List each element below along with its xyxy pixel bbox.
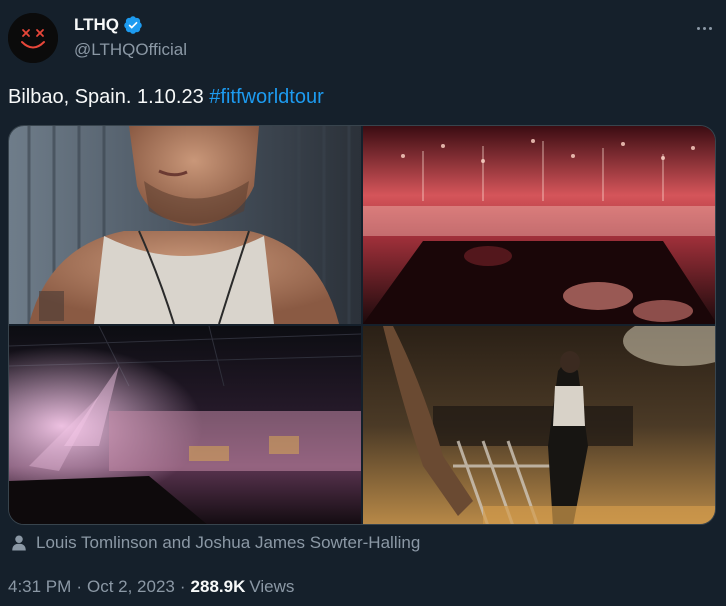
- stage-back-view-photo[interactable]: [363, 326, 715, 524]
- tweet-text: Bilbao, Spain. 1.10.23 #fitfworldtour: [8, 84, 324, 110]
- smiley-face-logo-icon: [8, 13, 58, 63]
- tweet-time-link[interactable]: 4:31 PM: [8, 577, 71, 597]
- verified-badge-icon: [124, 16, 142, 34]
- tweet-date-link[interactable]: Oct 2, 2023: [87, 577, 175, 597]
- views-count: 288.9K: [190, 577, 246, 596]
- media-grid: [8, 125, 716, 525]
- meta-separator: ·: [179, 577, 186, 596]
- portrait-photo[interactable]: [9, 126, 361, 324]
- views-label: Views: [249, 577, 295, 596]
- tagged-users-text: Louis Tomlinson and Joshua James Sowter-…: [36, 533, 421, 552]
- handle[interactable]: @LTHQOfficial: [74, 40, 187, 60]
- person-icon: [12, 535, 26, 551]
- arena-crowd-photo[interactable]: [9, 326, 361, 524]
- tweet-body: Bilbao, Spain. 1.10.23: [8, 86, 210, 108]
- tweet-meta: 4:31 PM · Oct 2, 2023 · 288.9K Views: [8, 577, 294, 597]
- concert-fireworks-photo[interactable]: [363, 126, 715, 324]
- meta-separator: ·: [76, 577, 82, 596]
- more-options-icon[interactable]: [690, 14, 718, 42]
- display-name[interactable]: LTHQ: [74, 15, 119, 35]
- tweet-header: LTHQ @LTHQOfficial: [0, 0, 726, 76]
- tagged-users[interactable]: Louis Tomlinson and Joshua James Sowter-…: [10, 533, 420, 553]
- avatar[interactable]: [8, 13, 58, 63]
- hashtag-link[interactable]: #fitfworldtour: [209, 86, 324, 108]
